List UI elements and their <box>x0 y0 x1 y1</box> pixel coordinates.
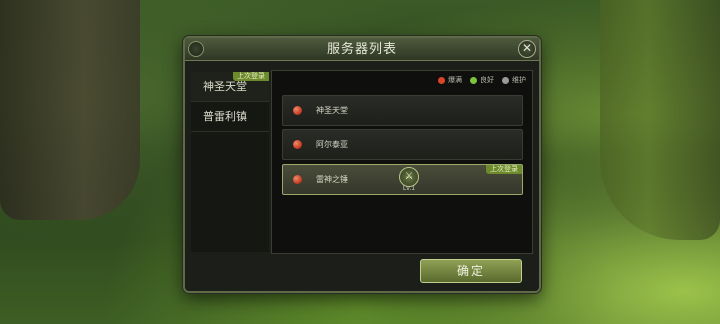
gray-status-icon <box>502 76 509 84</box>
realm-item-shensheng[interactable]: 神圣天堂 上次登录 <box>191 72 269 102</box>
server-name: 雷神之锤 <box>316 175 348 184</box>
server-name: 阿尔泰亚 <box>316 140 348 149</box>
server-item-leishen[interactable]: 雷神之锤 ⚔ Lv.1 上次登录 <box>282 164 523 195</box>
server-list-dialog: 服务器列表 ✕ 神圣天堂 上次登录 普雷利镇 爆满 良好 维护 神圣天堂 阿尔泰… <box>183 36 541 293</box>
server-list: 爆满 良好 维护 神圣天堂 阿尔泰亚 雷神之锤 ⚔ Lv.1 上次登录 <box>271 70 533 254</box>
dialog-title: 服务器列表 <box>326 42 397 57</box>
green-status-icon <box>470 76 477 84</box>
server-item-shensheng[interactable]: 神圣天堂 <box>282 95 523 126</box>
status-dot-icon <box>293 106 302 115</box>
tree-trunk-left <box>0 0 140 220</box>
tree-foliage-right <box>600 0 720 240</box>
legend-maintenance-label: 维护 <box>512 76 526 84</box>
server-name: 神圣天堂 <box>316 106 348 115</box>
status-dot-icon <box>293 175 302 184</box>
dialog-title-bar: 服务器列表 ✕ <box>185 38 539 61</box>
emblem-icon <box>188 41 204 57</box>
legend-good-label: 良好 <box>480 76 494 84</box>
confirm-button[interactable]: 确定 <box>420 259 522 283</box>
character-level: Lv.1 <box>402 185 416 192</box>
server-item-aertaiya[interactable]: 阿尔泰亚 <box>282 129 523 160</box>
realm-label: 神圣天堂 <box>203 80 247 93</box>
status-dot-icon <box>293 140 302 149</box>
red-status-icon <box>438 76 445 84</box>
legend-good: 良好 <box>470 75 494 85</box>
legend-full: 爆满 <box>438 75 462 85</box>
close-button[interactable]: ✕ <box>518 40 536 58</box>
crossed-swords-icon: ⚔ <box>399 167 419 187</box>
legend-full-label: 爆满 <box>448 76 462 84</box>
realm-list: 神圣天堂 上次登录 普雷利镇 <box>191 72 269 252</box>
realm-label: 普雷利镇 <box>203 110 247 123</box>
last-login-badge: 上次登录 <box>486 165 522 174</box>
legend-maintenance: 维护 <box>502 75 526 85</box>
status-legend: 爆满 良好 维护 <box>438 75 526 85</box>
last-login-badge: 上次登录 <box>233 72 269 81</box>
realm-item-puleili[interactable]: 普雷利镇 <box>191 102 269 132</box>
